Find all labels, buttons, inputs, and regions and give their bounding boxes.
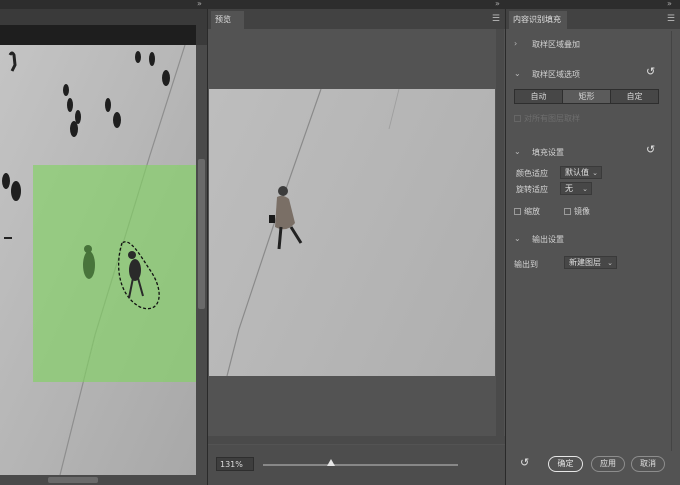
- collapse-right-icon[interactable]: »: [667, 0, 672, 8]
- document-canvas[interactable]: [0, 9, 207, 485]
- content-aware-fill-panel: 内容识别填充 ☰ › 取样区域叠加 ⌄ 取样区域选项 ↺ 自动 矩形 自定 对所…: [506, 9, 680, 485]
- sampling-mode-auto[interactable]: 自动: [515, 90, 563, 103]
- chevron-down-icon: ⌄: [607, 259, 613, 267]
- panel-menu-icon[interactable]: ☰: [667, 14, 675, 24]
- sampling-mode-rectangle[interactable]: 矩形: [563, 90, 611, 103]
- reset-all-icon[interactable]: ↺: [520, 456, 529, 469]
- ok-button[interactable]: 确定: [548, 456, 583, 472]
- preview-horizontal-scrollbar[interactable]: [208, 436, 505, 444]
- mirror-label: 镜像: [574, 207, 590, 216]
- preview-image[interactable]: [209, 89, 495, 376]
- mirror-checkbox[interactable]: [564, 208, 571, 215]
- canvas-horizontal-scrollbar[interactable]: [0, 475, 196, 485]
- sample-all-layers-row: 对所有图层取样: [514, 113, 580, 124]
- tab-preview[interactable]: 预览: [211, 11, 244, 29]
- chevron-down-icon: ⌄: [582, 185, 588, 193]
- selection-layer: [83, 241, 160, 310]
- chevron-down-icon[interactable]: ⌄: [514, 147, 521, 156]
- color-adaptation-label: 颜色适应: [516, 169, 548, 178]
- collapse-left-icon[interactable]: »: [197, 0, 202, 8]
- preview-zoom-bar: 131%: [208, 445, 505, 485]
- zoom-slider-handle[interactable]: [327, 459, 336, 466]
- rotation-adaptation-label: 旋转适应: [516, 185, 548, 194]
- preview-scene: [226, 89, 400, 376]
- chevron-down-icon: ⌄: [592, 169, 598, 177]
- output-to-value: 新建图层: [569, 258, 601, 267]
- chevron-right-icon[interactable]: ›: [514, 39, 517, 48]
- panel-tab-bar: 内容识别填充 ☰: [506, 9, 680, 29]
- mirror-option[interactable]: 镜像: [564, 206, 590, 217]
- color-adaptation-value: 默认值: [565, 168, 589, 177]
- canvas-horizontal-scroll-thumb[interactable]: [48, 477, 98, 483]
- preview-vertical-scrollbar[interactable]: [496, 29, 504, 439]
- collapse-middle-icon[interactable]: »: [495, 0, 500, 8]
- sample-all-layers-label: 对所有图层取样: [524, 114, 580, 123]
- zoom-slider[interactable]: [263, 464, 458, 466]
- reset-sampling-icon[interactable]: ↺: [646, 65, 655, 78]
- output-to-dropdown[interactable]: 新建图层 ⌄: [564, 256, 617, 269]
- scale-option[interactable]: 缩放: [514, 206, 540, 217]
- section-label: 取样区域选项: [532, 70, 580, 79]
- output-to-label: 输出到: [514, 260, 538, 269]
- preview-panel: 预览 ☰ 131%: [207, 9, 506, 485]
- cancel-button[interactable]: 取消: [631, 456, 665, 472]
- section-label: 取样区域叠加: [532, 40, 580, 49]
- color-adaptation-dropdown[interactable]: 默认值 ⌄: [560, 166, 602, 179]
- chevron-down-icon[interactable]: ⌄: [514, 69, 521, 78]
- top-bar: » » »: [0, 0, 680, 9]
- sample-all-layers-checkbox[interactable]: [514, 115, 521, 122]
- canvas-vertical-scroll-thumb[interactable]: [198, 159, 205, 309]
- sampling-mode-custom[interactable]: 自定: [611, 90, 658, 103]
- preview-menu-icon[interactable]: ☰: [492, 14, 500, 24]
- section-label: 输出设置: [532, 235, 564, 244]
- chevron-down-icon[interactable]: ⌄: [514, 234, 521, 243]
- rotation-adaptation-dropdown[interactable]: 无 ⌄: [560, 182, 592, 195]
- sampling-mode-selector: 自动 矩形 自定: [514, 89, 659, 104]
- rotation-adaptation-value: 无: [565, 184, 573, 193]
- tab-content-aware-fill[interactable]: 内容识别填充: [509, 11, 567, 29]
- panel-scrollbar[interactable]: [671, 31, 678, 451]
- preview-tab-bar: 预览 ☰: [208, 9, 505, 29]
- section-label: 填充设置: [532, 148, 564, 157]
- apply-button[interactable]: 应用: [591, 456, 625, 472]
- scale-label: 缩放: [524, 207, 540, 216]
- zoom-input[interactable]: 131%: [216, 457, 254, 471]
- reset-fill-icon[interactable]: ↺: [646, 143, 655, 156]
- scale-checkbox[interactable]: [514, 208, 521, 215]
